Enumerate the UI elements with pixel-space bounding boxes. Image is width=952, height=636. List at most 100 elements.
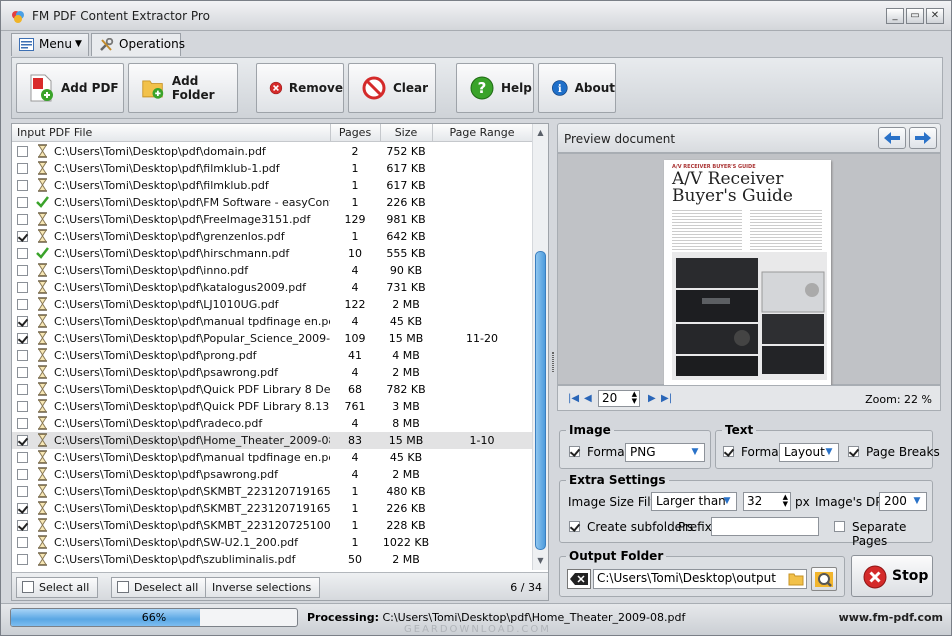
row-checkbox[interactable] [17, 282, 28, 293]
minimize-button[interactable]: _ [886, 8, 904, 24]
stop-button[interactable]: Stop [851, 555, 933, 597]
previous-page-icon[interactable]: ◀ [584, 393, 592, 404]
row-checkbox[interactable] [17, 452, 28, 463]
add-folder-button[interactable]: Add Folder [128, 63, 238, 113]
row-checkbox[interactable] [17, 469, 28, 480]
row-checkbox[interactable] [17, 333, 28, 344]
scroll-up-icon[interactable]: ▲ [535, 127, 546, 138]
clear-button[interactable]: Clear [348, 63, 436, 113]
first-page-icon[interactable]: |◀ [568, 393, 579, 404]
scroll-down-icon[interactable]: ▼ [535, 555, 546, 566]
add-pdf-button[interactable]: Add PDF [16, 63, 124, 113]
table-row[interactable]: C:\Users\Tomi\Desktop\pdf\prong.pdf 41 4 M… [12, 347, 532, 364]
table-row[interactable]: C:\Users\Tomi\Desktop\pdf\manual tpdfina… [12, 313, 532, 330]
row-checkbox[interactable] [17, 503, 28, 514]
column-pages[interactable]: Pages [330, 126, 380, 139]
dpi-select[interactable]: 200 ▼ [879, 492, 927, 511]
website-link[interactable]: www.fm-pdf.com [839, 611, 943, 624]
table-row[interactable]: C:\Users\Tomi\Desktop\pdf\radeco.pdf 4 8 M… [12, 415, 532, 432]
row-checkbox[interactable] [17, 316, 28, 327]
table-row[interactable]: C:\Users\Tomi\Desktop\pdf\Quick PDF Libr… [12, 398, 532, 415]
row-checkbox[interactable] [17, 486, 28, 497]
table-row[interactable]: C:\Users\Tomi\Desktop\pdf\SKMBT_22312071… [12, 500, 532, 517]
table-row[interactable]: C:\Users\Tomi\Desktop\pdf\grenzenlos.pdf… [12, 228, 532, 245]
column-page-range[interactable]: Page Range [432, 126, 532, 139]
image-enabled-checkbox[interactable] [569, 446, 580, 457]
row-checkbox[interactable] [17, 265, 28, 276]
table-row[interactable]: C:\Users\Tomi\Desktop\pdf\SKMBT_22312072… [12, 517, 532, 534]
close-button[interactable]: ✕ [926, 8, 944, 24]
clear-path-button[interactable] [567, 569, 591, 589]
image-format-select[interactable]: PNG ▼ [625, 443, 705, 462]
size-filter-select[interactable]: Larger than ▼ [651, 492, 737, 511]
previous-document-button[interactable] [878, 127, 906, 149]
table-row[interactable]: C:\Users\Tomi\Desktop\pdf\psawrong.pdf 4 2… [12, 466, 532, 483]
table-row[interactable]: C:\Users\Tomi\Desktop\pdf\filmklub.pdf 1 6… [12, 177, 532, 194]
next-document-button[interactable] [909, 127, 937, 149]
table-row[interactable]: C:\Users\Tomi\Desktop\pdf\SKMBT_22312071… [12, 483, 532, 500]
row-checkbox[interactable] [17, 418, 28, 429]
row-checkbox[interactable] [17, 435, 28, 446]
row-checkbox[interactable] [17, 520, 28, 531]
row-checkbox[interactable] [17, 248, 28, 259]
table-row[interactable]: C:\Users\Tomi\Desktop\pdf\manual tpdfina… [12, 449, 532, 466]
column-input-file[interactable]: Input PDF File [17, 126, 92, 139]
table-row[interactable]: C:\Users\Tomi\Desktop\pdf\katalogus2009.… [12, 279, 532, 296]
row-checkbox[interactable] [17, 197, 28, 208]
last-page-icon[interactable]: ▶| [661, 393, 672, 404]
deselect-all-button[interactable]: Deselect all [111, 577, 208, 598]
row-checkbox[interactable] [17, 299, 28, 310]
scrollbar-thumb[interactable] [535, 251, 546, 550]
vertical-scrollbar[interactable]: ▲ ▼ [532, 124, 548, 570]
row-checkbox[interactable] [17, 180, 28, 191]
table-row[interactable]: C:\Users\Tomi\Desktop\pdf\FreeImage3151.… [12, 211, 532, 228]
size-value-input[interactable]: 32 ▲ ▼ [743, 492, 791, 511]
output-path-input[interactable]: C:\Users\Tomi\Desktop\output [593, 569, 807, 589]
row-checkbox[interactable] [17, 163, 28, 174]
about-button[interactable]: i About [538, 63, 616, 113]
help-button[interactable]: ? Help [456, 63, 534, 113]
text-format-select[interactable]: Layout ▼ [779, 443, 839, 462]
row-checkbox[interactable] [17, 350, 28, 361]
column-size[interactable]: Size [380, 126, 432, 139]
row-checkbox[interactable] [17, 384, 28, 395]
table-row[interactable]: C:\Users\Tomi\Desktop\pdf\LJ1010UG.pdf 12… [12, 296, 532, 313]
inverse-selections-button[interactable]: Inverse selections [205, 577, 321, 598]
page-breaks-checkbox[interactable] [848, 446, 859, 457]
separate-pages-checkbox[interactable] [834, 521, 845, 532]
panel-splitter[interactable] [550, 123, 556, 601]
table-row[interactable]: C:\Users\Tomi\Desktop\pdf\hirschmann.pdf… [12, 245, 532, 262]
row-checkbox[interactable] [17, 554, 28, 565]
page-range[interactable]: 1-10 [432, 434, 532, 447]
browse-button[interactable] [811, 567, 837, 591]
table-row[interactable]: C:\Users\Tomi\Desktop\pdf\psawrong.pdf 4 2… [12, 364, 532, 381]
folder-icon[interactable] [788, 572, 804, 586]
create-subfolders-checkbox[interactable] [569, 521, 580, 532]
prefix-input[interactable] [711, 517, 819, 536]
next-page-icon[interactable]: ▶ [648, 393, 656, 404]
page-stepper-icon[interactable]: ▲ ▼ [632, 391, 637, 405]
table-row[interactable]: C:\Users\Tomi\Desktop\pdf\szubliminalis.… [12, 551, 532, 568]
table-row[interactable]: C:\Users\Tomi\Desktop\pdf\filmklub-1.pdf… [12, 160, 532, 177]
page-range[interactable]: 11-20 [432, 332, 532, 345]
row-checkbox[interactable] [17, 231, 28, 242]
tab-menu[interactable]: Menu ▼ [11, 33, 89, 56]
maximize-button[interactable]: ▭ [906, 8, 924, 24]
table-row[interactable]: C:\Users\Tomi\Desktop\pdf\Home_Theater_2… [12, 432, 532, 449]
row-checkbox[interactable] [17, 401, 28, 412]
table-row[interactable]: C:\Users\Tomi\Desktop\pdf\Quick PDF Libr… [12, 381, 532, 398]
select-all-button[interactable]: Select all [16, 577, 99, 598]
table-row[interactable]: C:\Users\Tomi\Desktop\pdf\domain.pdf 2 752… [12, 143, 532, 160]
table-row[interactable]: C:\Users\Tomi\Desktop\pdf\Popular_Scienc… [12, 330, 532, 347]
row-checkbox[interactable] [17, 214, 28, 225]
table-row[interactable]: C:\Users\Tomi\Desktop\pdf\SW-U2.1_200.pd… [12, 534, 532, 551]
table-row[interactable]: C:\Users\Tomi\Desktop\pdf\inno.pdf 4 90 KB [12, 262, 532, 279]
row-checkbox[interactable] [17, 146, 28, 157]
remove-button[interactable]: Remove [256, 63, 344, 113]
table-row[interactable]: C:\Users\Tomi\Desktop\pdf\FM Software - … [12, 194, 532, 211]
tab-operations[interactable]: Operations [91, 33, 185, 56]
page-number-input[interactable]: 20 ▲ ▼ [598, 390, 640, 407]
size-stepper-icon[interactable]: ▲ ▼ [783, 494, 788, 508]
row-checkbox[interactable] [17, 367, 28, 378]
text-enabled-checkbox[interactable] [723, 446, 734, 457]
